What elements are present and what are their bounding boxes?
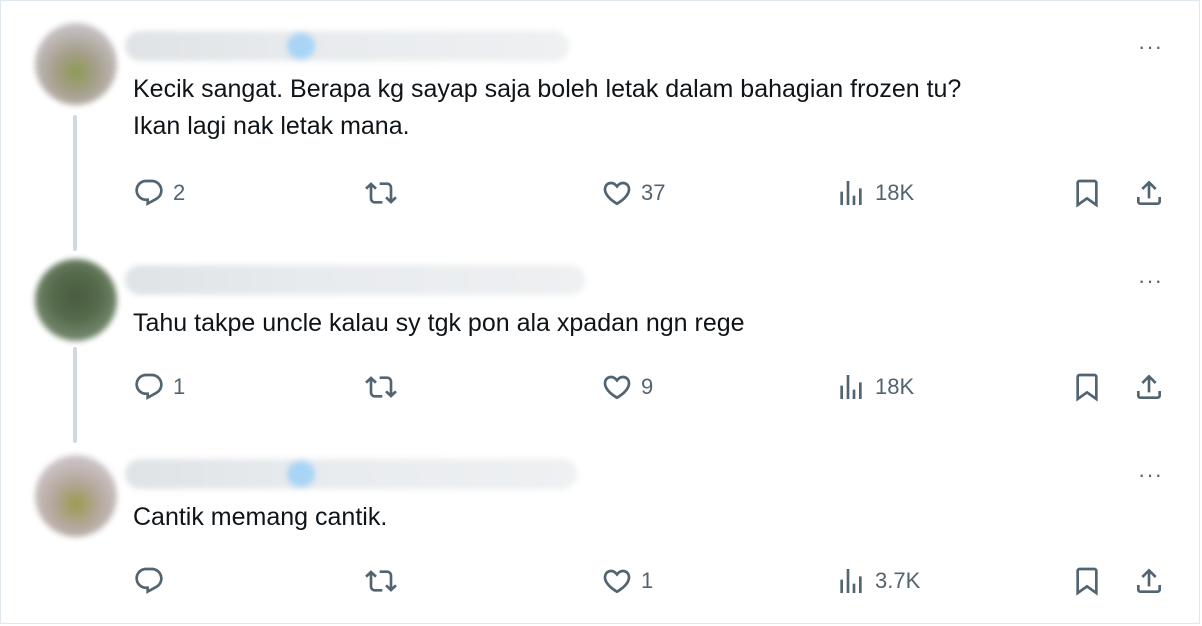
views-button[interactable]: 18K: [835, 177, 914, 209]
verified-badge-icon: [287, 33, 315, 59]
like-button[interactable]: 37: [601, 177, 665, 209]
verified-badge-icon: [287, 461, 315, 487]
heart-icon: [603, 569, 631, 594]
avatar[interactable]: [35, 23, 117, 105]
share-icon: [1137, 374, 1161, 399]
views-button[interactable]: 3.7K: [835, 565, 920, 597]
reply-button[interactable]: 2: [133, 177, 185, 209]
reply-button[interactable]: 1: [133, 371, 185, 403]
views-count: 3.7K: [875, 568, 921, 593]
views-count: 18K: [875, 374, 915, 399]
bookmark-button[interactable]: [1071, 371, 1103, 403]
views-icon: [840, 569, 862, 593]
views-icon: [840, 181, 862, 205]
views-icon: [840, 375, 862, 399]
retweet-icon: [365, 376, 397, 398]
reply-button[interactable]: [133, 565, 173, 597]
avatar[interactable]: [35, 455, 117, 537]
reply-count: 1: [173, 374, 186, 399]
username-redacted[interactable]: [125, 459, 577, 489]
tweet-actions: 2 37 18K: [1, 177, 1201, 211]
like-count: 37: [641, 180, 666, 205]
tweet-actions: 1 3.7K: [1, 565, 1201, 599]
like-button[interactable]: 9: [601, 371, 653, 403]
share-button[interactable]: [1133, 371, 1165, 403]
bookmark-icon: [1076, 179, 1098, 208]
more-icon[interactable]: ···: [1138, 36, 1163, 58]
bookmark-button[interactable]: [1071, 565, 1103, 597]
bookmark-icon: [1076, 567, 1098, 596]
reply-icon: [135, 179, 163, 206]
share-button[interactable]: [1133, 177, 1165, 209]
more-icon[interactable]: ···: [1138, 270, 1163, 292]
reply-icon: [135, 567, 163, 594]
tweet-actions: 1 9 18K: [1, 371, 1201, 405]
heart-icon: [603, 181, 631, 206]
views-button[interactable]: 18K: [835, 371, 914, 403]
tweet-text: Tahu takpe uncle kalau sy tgk pon ala xp…: [133, 309, 745, 337]
reply-count: 2: [173, 180, 186, 205]
like-button[interactable]: 1: [601, 565, 653, 597]
share-icon: [1137, 180, 1161, 205]
retweet-icon: [365, 570, 397, 592]
bookmark-button[interactable]: [1071, 177, 1103, 209]
heart-icon: [603, 375, 631, 400]
username-redacted[interactable]: [125, 265, 585, 295]
reply-icon: [135, 373, 163, 400]
like-count: 9: [641, 374, 654, 399]
retweet-button[interactable]: [365, 565, 405, 597]
share-button[interactable]: [1133, 565, 1165, 597]
retweet-icon: [365, 182, 397, 204]
like-count: 1: [641, 568, 654, 593]
tweet-text: Kecik sangat. Berapa kg sayap saja boleh…: [133, 75, 962, 140]
views-count: 18K: [875, 180, 915, 205]
reply-thread: ··· Kecik sangat. Berapa kg sayap saja b…: [0, 0, 1200, 624]
retweet-button[interactable]: [365, 371, 405, 403]
share-icon: [1137, 568, 1161, 593]
retweet-button[interactable]: [365, 177, 405, 209]
tweet-text: Cantik memang cantik.: [133, 503, 388, 531]
username-redacted[interactable]: [125, 31, 569, 61]
more-icon[interactable]: ···: [1138, 464, 1163, 486]
bookmark-icon: [1076, 373, 1098, 402]
avatar[interactable]: [35, 259, 117, 341]
